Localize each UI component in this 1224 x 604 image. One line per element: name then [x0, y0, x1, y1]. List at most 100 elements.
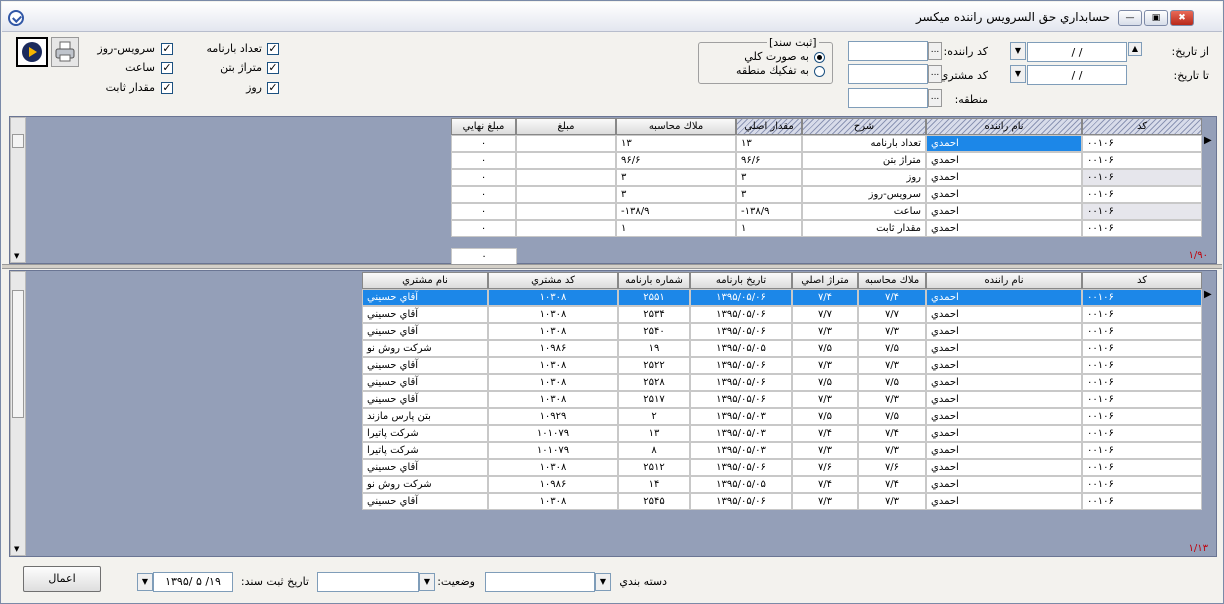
details-header-bill-number[interactable]: شماره بارنامه — [618, 272, 690, 289]
details-header-code[interactable]: كد — [1082, 272, 1202, 289]
details-cell-main-volume: ۷/۴ — [792, 425, 858, 442]
summary-header-main[interactable]: مقدار اصلي — [736, 118, 802, 135]
details-cell-code: ۰۰۱۰۶ — [1082, 289, 1202, 306]
scroll-down-icon[interactable]: ▼ — [14, 252, 19, 260]
total-radio[interactable] — [814, 52, 825, 63]
print-button[interactable] — [51, 37, 79, 67]
details-cell-main-volume: ۷/۵ — [792, 408, 858, 425]
date-spin-up-icon[interactable]: ▲ — [1128, 42, 1142, 56]
checkbox-hour[interactable]: ✓ — [161, 62, 173, 74]
details-header-bill-date[interactable]: تاريخ بارنامه — [690, 272, 792, 289]
checkbox-fixed-amount-label: مقدار ثابت — [105, 81, 155, 94]
details-cell-driver: احمدي — [926, 357, 1082, 374]
summary-scrollbar[interactable]: ▼ — [10, 117, 26, 263]
checkbox-concrete-volume-label: متراژ بتن — [220, 61, 262, 74]
details-cell-bill-date: ۱۳۹۵/۰۵/۰۳ — [690, 408, 792, 425]
details-cell-bill-date: ۱۳۹۵/۰۵/۰۵ — [690, 340, 792, 357]
details-cell-criterion: ۷/۴ — [858, 425, 926, 442]
details-cell-customer-code: ۱۰۹۸۶ — [488, 340, 618, 357]
category-dropdown-icon[interactable]: ▼ — [595, 573, 611, 591]
record-date-dropdown-icon[interactable]: ▼ — [137, 573, 153, 591]
summary-header-final[interactable]: مبلغ نهايي — [451, 118, 516, 135]
details-cell-bill-date: ۱۳۹۵/۰۵/۰۶ — [690, 323, 792, 340]
status-select[interactable] — [317, 572, 419, 592]
details-cell-code: ۰۰۱۰۶ — [1082, 374, 1202, 391]
minimize-button[interactable]: — — [1118, 10, 1142, 26]
scroll-down-icon[interactable]: ▼ — [14, 545, 19, 553]
restore-button[interactable]: ▣ — [1144, 10, 1168, 26]
current-row-indicator-icon: ▶ — [1204, 135, 1212, 146]
details-header-driver[interactable]: نام راننده — [926, 272, 1082, 289]
from-date-input[interactable]: / / — [1027, 42, 1127, 62]
summary-scroll-thumb[interactable] — [12, 134, 24, 148]
summary-cell-code: ۰۰۱۰۶ — [1082, 152, 1202, 169]
details-cell-bill-date: ۱۳۹۵/۰۵/۰۶ — [690, 374, 792, 391]
record-group-title: [ثبت سند] — [767, 36, 819, 49]
summary-header-description[interactable]: شرح — [802, 118, 926, 135]
details-cell-bill-date: ۱۳۹۵/۰۵/۰۶ — [690, 289, 792, 306]
details-header-customer-code[interactable]: كد مشتري — [488, 272, 618, 289]
apply-button[interactable]: اعمال — [23, 566, 101, 592]
details-cell-customer-name: بتن پارس مازند — [362, 408, 488, 425]
category-label: دسته بندي — [619, 575, 667, 588]
checkbox-day[interactable]: ✓ — [267, 82, 279, 94]
customer-code-browse-button[interactable]: ... — [928, 65, 942, 83]
summary-cell-amount — [516, 169, 616, 186]
details-cell-customer-code: ۱۰۱۰۷۹ — [488, 442, 618, 459]
driver-code-browse-button[interactable]: ... — [928, 42, 942, 60]
checkbox-concrete-volume[interactable]: ✓ — [267, 62, 279, 74]
summary-header-driver[interactable]: نام راننده — [926, 118, 1082, 135]
details-cell-code: ۰۰۱۰۶ — [1082, 459, 1202, 476]
details-cell-main-volume: ۷/۳ — [792, 357, 858, 374]
details-header-customer-name[interactable]: نام مشتري — [362, 272, 488, 289]
region-label: منطقه: — [954, 93, 988, 106]
summary-cell-criterion: ۱ — [616, 220, 736, 237]
checkbox-fixed-amount[interactable]: ✓ — [161, 82, 173, 94]
from-date-dropdown-icon[interactable]: ▼ — [1010, 42, 1026, 60]
details-cell-code: ۰۰۱۰۶ — [1082, 425, 1202, 442]
summary-header-code[interactable]: كد — [1082, 118, 1202, 135]
window-title: حسابداري حق السرويس راننده ميكسر — [915, 10, 1110, 24]
details-cell-customer-name: آقاي حسيني — [362, 459, 488, 476]
region-browse-button[interactable]: ... — [928, 89, 942, 107]
details-cell-criterion: ۷/۵ — [858, 408, 926, 425]
details-cell-bill-number: ۲ — [618, 408, 690, 425]
record-date-input[interactable]: ۱۳۹۵/ ۵ /۱۹ — [153, 572, 233, 592]
details-scrollbar[interactable]: ▼ — [10, 271, 26, 556]
details-cell-code: ۰۰۱۰۶ — [1082, 340, 1202, 357]
customer-code-label: كد مشتري: — [936, 69, 988, 82]
region-input[interactable] — [848, 88, 928, 108]
title-bar: حسابداري حق السرويس راننده ميكسر — ▣ ✖ — [2, 2, 1222, 32]
details-cell-driver: احمدي — [926, 289, 1082, 306]
close-button[interactable]: ✖ — [1170, 10, 1194, 26]
details-header-criterion[interactable]: ملاك محاسبه — [858, 272, 926, 289]
details-cell-main-volume: ۷/۵ — [792, 340, 858, 357]
category-select[interactable] — [485, 572, 595, 592]
checkbox-service-day[interactable]: ✓ — [161, 43, 173, 55]
details-cell-customer-name: آقاي حسيني — [362, 493, 488, 510]
splitter[interactable] — [2, 264, 1222, 269]
summary-header-amount[interactable]: مبلغ — [516, 118, 616, 135]
summary-cell-amount — [516, 186, 616, 203]
details-scroll-thumb[interactable] — [12, 290, 24, 418]
details-cell-criterion: ۷/۳ — [858, 391, 926, 408]
driver-code-input[interactable] — [848, 41, 928, 61]
details-cell-customer-name: آقاي حسيني — [362, 289, 488, 306]
to-date-input[interactable]: / / — [1027, 65, 1127, 85]
summary-header-criterion[interactable]: ملاك محاسبه — [616, 118, 736, 135]
details-cell-criterion: ۷/۳ — [858, 323, 926, 340]
from-date-label: از تاريخ: — [1171, 45, 1209, 58]
customer-code-input[interactable] — [848, 64, 928, 84]
status-dropdown-icon[interactable]: ▼ — [419, 573, 435, 591]
by-region-radio[interactable] — [814, 66, 825, 77]
checkbox-bill-count[interactable]: ✓ — [267, 43, 279, 55]
details-cell-customer-code: ۱۰۳۰۸ — [488, 374, 618, 391]
details-header-main-volume[interactable]: متراژ اصلي — [792, 272, 858, 289]
details-cell-driver: احمدي — [926, 476, 1082, 493]
summary-cell-main: ۱ — [736, 220, 802, 237]
summary-cell-description: متراژ بتن — [802, 152, 926, 169]
to-date-dropdown-icon[interactable]: ▼ — [1010, 65, 1026, 83]
checkbox-bill-count-label: تعداد بارنامه — [206, 42, 262, 55]
run-button[interactable] — [16, 37, 48, 67]
details-cell-customer-code: ۱۰۳۰۸ — [488, 289, 618, 306]
